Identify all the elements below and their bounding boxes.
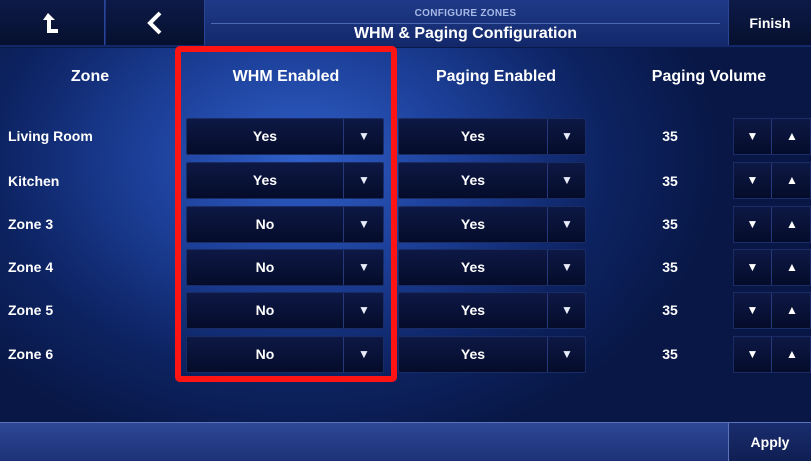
volume-down-icon[interactable]: ▼ — [734, 207, 772, 242]
volume-up-icon[interactable]: ▲ — [773, 207, 811, 242]
dropdown-arrow-icon[interactable]: ▼ — [548, 250, 586, 285]
zone-label: Kitchen — [8, 173, 60, 189]
title-divider — [211, 23, 720, 24]
paging-enabled-dropdown[interactable]: Yes ▼ — [398, 336, 586, 373]
volume-stepper: ▼ ▲ — [733, 292, 811, 329]
dropdown-arrow-icon[interactable]: ▼ — [548, 293, 586, 328]
paging-volume-value: 35 — [662, 216, 678, 232]
zone-label: Living Room — [8, 128, 93, 144]
volume-down-icon[interactable]: ▼ — [734, 293, 772, 328]
paging-enabled-dropdown[interactable]: Yes ▼ — [398, 206, 586, 243]
paging-volume-value: 35 — [662, 259, 678, 275]
paging-enabled-value: Yes — [460, 128, 486, 144]
paging-enabled-dropdown[interactable]: Yes ▼ — [398, 249, 586, 286]
column-header-paging-volume: Paging Volume — [651, 68, 767, 85]
volume-down-icon[interactable]: ▼ — [734, 119, 772, 154]
dropdown-arrow-icon[interactable]: ▼ — [548, 119, 586, 154]
volume-stepper: ▼ ▲ — [733, 336, 811, 373]
dropdown-arrow-icon[interactable]: ▼ — [548, 207, 586, 242]
volume-up-icon[interactable]: ▲ — [773, 163, 811, 198]
dropdown-arrow-icon[interactable]: ▼ — [548, 163, 586, 198]
paging-enabled-value: Yes — [460, 259, 486, 275]
home-up-arrow-icon — [43, 12, 58, 33]
dropdown-arrow-icon[interactable]: ▼ — [548, 337, 586, 372]
paging-enabled-dropdown[interactable]: Yes ▼ — [398, 162, 586, 199]
back-button[interactable] — [106, 0, 205, 45]
apply-button[interactable]: Apply — [728, 423, 811, 461]
zone-label: Zone 5 — [8, 302, 54, 318]
paging-enabled-dropdown[interactable]: Yes ▼ — [398, 292, 586, 329]
paging-volume-value: 35 — [662, 128, 678, 144]
zone-label: Zone 4 — [8, 259, 54, 275]
column-header-zone: Zone — [70, 68, 110, 85]
paging-enabled-value: Yes — [460, 172, 486, 188]
paging-enabled-value: Yes — [460, 302, 486, 318]
zone-label: Zone 3 — [8, 216, 54, 232]
paging-enabled-value: Yes — [460, 346, 486, 362]
chevron-left-icon — [147, 11, 162, 34]
title-area: CONFIGURE ZONES WHM & Paging Configurati… — [211, 4, 720, 44]
volume-up-icon[interactable]: ▲ — [773, 293, 811, 328]
paging-volume-value: 35 — [662, 346, 678, 362]
volume-up-icon[interactable]: ▲ — [773, 119, 811, 154]
volume-down-icon[interactable]: ▼ — [734, 337, 772, 372]
volume-up-icon[interactable]: ▲ — [773, 250, 811, 285]
home-button[interactable] — [0, 0, 105, 45]
top-bar: CONFIGURE ZONES WHM & Paging Configurati… — [0, 0, 811, 48]
paging-volume-value: 35 — [662, 302, 678, 318]
volume-stepper: ▼ ▲ — [733, 206, 811, 243]
page-subtitle: CONFIGURE ZONES — [414, 8, 517, 19]
paging-enabled-dropdown[interactable]: Yes ▼ — [398, 118, 586, 155]
volume-stepper: ▼ ▲ — [733, 249, 811, 286]
volume-stepper: ▼ ▲ — [733, 118, 811, 155]
zone-label: Zone 6 — [8, 346, 54, 362]
volume-down-icon[interactable]: ▼ — [734, 163, 772, 198]
volume-stepper: ▼ ▲ — [733, 162, 811, 199]
whm-column-highlight — [175, 46, 397, 382]
page-title: WHM & Paging Configuration — [353, 25, 578, 42]
finish-button[interactable]: Finish — [728, 0, 811, 45]
volume-up-icon[interactable]: ▲ — [773, 337, 811, 372]
paging-volume-value: 35 — [662, 173, 678, 189]
paging-enabled-value: Yes — [460, 216, 486, 232]
column-header-paging-enabled: Paging Enabled — [435, 68, 556, 85]
volume-down-icon[interactable]: ▼ — [734, 250, 772, 285]
bottom-bar: Apply — [0, 422, 811, 461]
